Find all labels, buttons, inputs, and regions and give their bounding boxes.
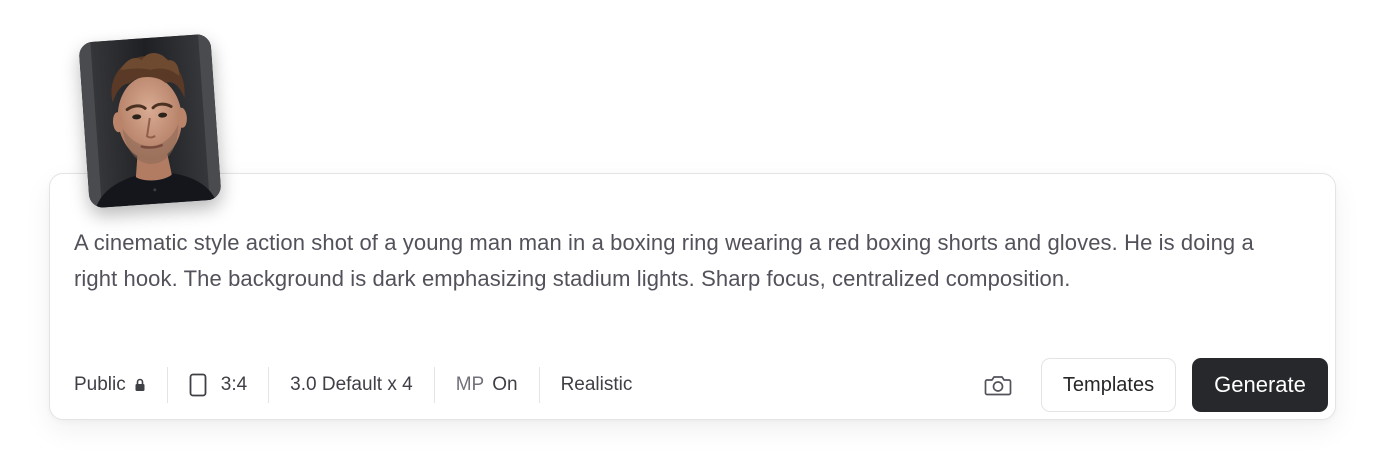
mp-toggle[interactable]: MP On — [456, 374, 518, 396]
toolbar-divider — [268, 367, 270, 403]
prompt-composer: A cinematic style action shot of a young… — [0, 0, 1386, 452]
reference-photo[interactable] — [78, 33, 222, 209]
model-selector[interactable]: 3.0 Default x 4 — [290, 374, 413, 396]
camera-icon — [984, 376, 1012, 396]
generation-toolbar: Public 3:4 3.0 Default x 4 MP On Realist… — [74, 358, 632, 412]
visibility-label: Public — [74, 374, 126, 395]
toolbar-divider — [166, 367, 168, 403]
camera-button[interactable] — [979, 366, 1017, 404]
model-label: 3.0 Default x 4 — [290, 374, 413, 395]
aspect-ratio-selector[interactable]: 3:4 — [189, 373, 247, 397]
visibility-toggle[interactable]: Public — [74, 374, 146, 396]
templates-button[interactable]: Templates — [1041, 358, 1176, 412]
toolbar-divider — [433, 367, 435, 403]
portrait-photo-image — [78, 33, 222, 209]
mp-value: On — [492, 374, 518, 395]
generate-button[interactable]: Generate — [1192, 358, 1328, 412]
mp-prefix: MP — [455, 374, 485, 395]
lock-icon — [135, 378, 145, 391]
portrait-rectangle-icon — [189, 373, 207, 397]
action-group: Templates Generate — [979, 358, 1328, 412]
style-selector[interactable]: Realistic — [561, 374, 633, 396]
style-label: Realistic — [560, 374, 633, 395]
aspect-ratio-label: 3:4 — [220, 374, 248, 395]
prompt-text[interactable]: A cinematic style action shot of a young… — [74, 225, 1284, 297]
toolbar-divider — [538, 367, 540, 403]
